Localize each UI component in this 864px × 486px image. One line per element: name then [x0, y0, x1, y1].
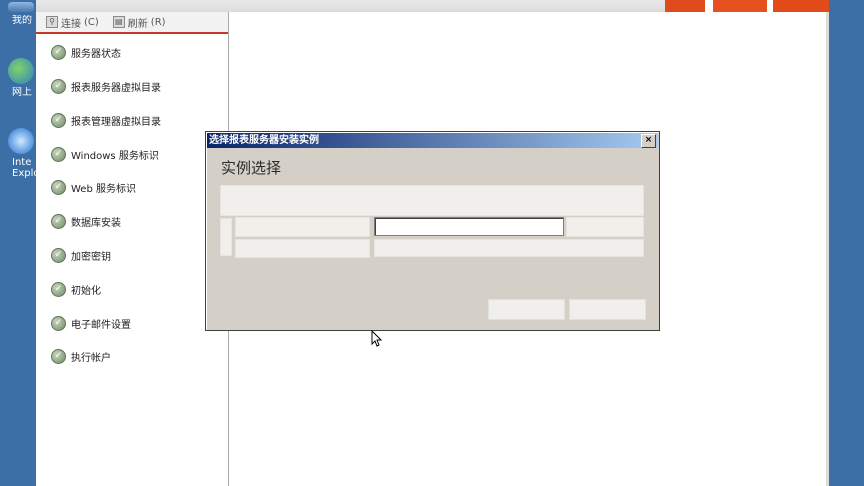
step-windows-service-identity[interactable]: ✓ Windows 服务标识 [51, 145, 159, 163]
left-label-area [220, 218, 232, 256]
step-label: 报表服务器虚拟目录 [71, 82, 161, 94]
toolbar: ⚲ 连接 (C) ▤ 刷新 (R) [36, 12, 228, 34]
step-label: 初始化 [71, 285, 101, 297]
check-icon: ✓ [51, 213, 66, 229]
check-icon: ✓ [51, 112, 66, 128]
instance-select-dialog: 选择报表服务器安装实例 × 实例选择 [205, 131, 660, 331]
check-icon: ✓ [51, 179, 66, 195]
step-label: Windows 服务标识 [71, 150, 159, 162]
connect-label: 连接 [61, 18, 81, 30]
dialog-close-button[interactable]: × [641, 134, 656, 148]
window-title-strip [36, 0, 829, 12]
instance-name-select[interactable] [374, 239, 644, 257]
cancel-dialog-button[interactable] [569, 299, 646, 320]
step-label: 执行帐户 [71, 352, 111, 364]
description-area [220, 185, 644, 216]
step-label: 报表管理器虚拟目录 [71, 116, 161, 128]
window-right-border [826, 12, 829, 486]
connect-shortcut: (C) [84, 16, 99, 28]
desktop-icon-label: 网上 [12, 87, 32, 98]
step-label: 电子邮件设置 [71, 319, 131, 331]
step-web-service-identity[interactable]: ✓ Web 服务标识 [51, 178, 136, 196]
machine-name-input[interactable] [374, 217, 564, 236]
desktop-icon-ie[interactable]: Inte Explo [0, 128, 36, 179]
machine-name-label [235, 217, 370, 237]
desktop-icon-label: Explo [12, 168, 36, 179]
check-icon: ✓ [51, 44, 66, 60]
step-server-status[interactable]: ✓ 服务器状态 [51, 43, 121, 61]
instance-name-label [235, 239, 370, 258]
step-label: 数据库安装 [71, 217, 121, 229]
close-button[interactable] [773, 0, 829, 12]
check-icon: ✓ [51, 78, 66, 94]
step-label: Web 服务标识 [71, 183, 136, 195]
refresh-shortcut: (R) [150, 16, 166, 28]
step-report-manager-vdir[interactable]: ✓ 报表管理器虚拟目录 [51, 111, 161, 129]
step-database-setup[interactable]: ✓ 数据库安装 [51, 212, 121, 230]
internet-explorer-icon [8, 128, 34, 154]
dialog-title: 选择报表服务器安装实例 [209, 135, 319, 146]
step-execution-account[interactable]: ✓ 执行帐户 [51, 347, 111, 365]
step-encryption-keys[interactable]: ✓ 加密密钥 [51, 246, 111, 264]
connect-dialog-button[interactable] [488, 299, 565, 320]
maximize-button[interactable] [713, 0, 767, 12]
step-label: 加密密钥 [71, 251, 111, 263]
step-initialization[interactable]: ✓ 初始化 [51, 280, 101, 298]
step-email-settings[interactable]: ✓ 电子邮件设置 [51, 314, 131, 332]
refresh-label: 刷新 [127, 18, 148, 30]
desktop-icon-my-computer[interactable]: 我的 [0, 2, 36, 26]
desktop-icon-label: 我的 [12, 15, 32, 26]
check-icon: ✓ [51, 146, 66, 162]
check-icon: ✓ [51, 281, 66, 297]
check-icon: ✓ [51, 315, 66, 331]
check-icon: ✓ [51, 348, 66, 364]
connect-button[interactable]: ⚲ 连接 (C) [46, 15, 99, 30]
mouse-cursor-icon [371, 330, 383, 347]
my-computer-icon [8, 2, 34, 12]
navigation-pane: ⚲ 连接 (C) ▤ 刷新 (R) ✓ 服务器状态 ✓ 报表服务器虚拟目录 ✓ … [36, 12, 229, 486]
step-report-server-vdir[interactable]: ✓ 报表服务器虚拟目录 [51, 77, 161, 95]
window-controls [665, 0, 829, 12]
refresh-button[interactable]: ▤ 刷新 (R) [112, 15, 166, 30]
find-button[interactable] [566, 217, 644, 237]
check-icon: ✓ [51, 247, 66, 263]
desktop-icon-label: Inte [12, 157, 32, 168]
refresh-icon: ▤ [112, 16, 125, 28]
minimize-button[interactable] [665, 0, 705, 12]
step-label: 服务器状态 [71, 48, 121, 60]
dialog-title-bar: 选择报表服务器安装实例 × [207, 133, 658, 148]
dialog-heading: 实例选择 [221, 159, 282, 177]
connect-icon: ⚲ [46, 16, 58, 28]
desktop-icon-network[interactable]: 网上 [0, 58, 36, 98]
network-places-icon [8, 58, 34, 84]
